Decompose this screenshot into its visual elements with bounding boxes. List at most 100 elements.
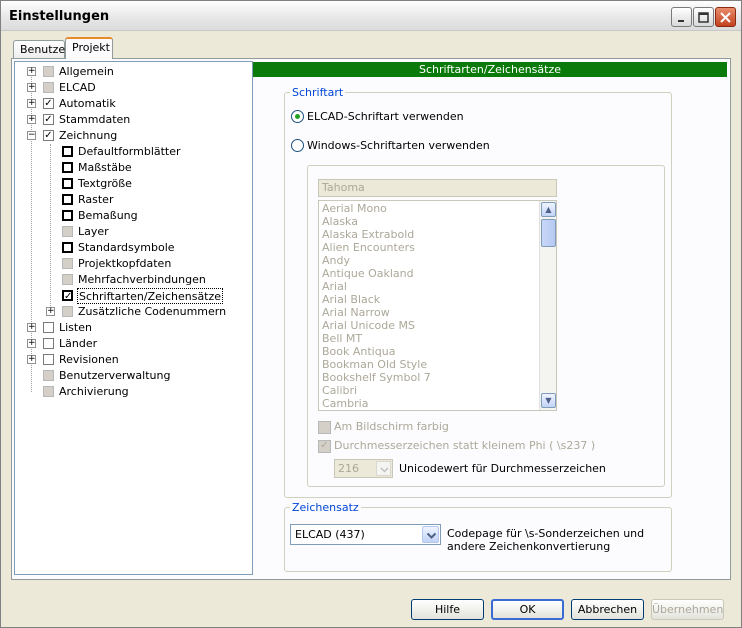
font-list-item[interactable]: Aerial Mono xyxy=(322,202,387,215)
expand-icon[interactable]: + xyxy=(27,115,36,124)
font-list-item[interactable]: Bell MT xyxy=(322,332,362,345)
minimize-button[interactable] xyxy=(671,7,692,27)
panel-header: Schriftarten/Zeichensätze xyxy=(253,62,727,77)
checkbox[interactable]: ✓ xyxy=(62,290,73,302)
radio-windows-fonts[interactable] xyxy=(291,139,304,152)
settings-tree[interactable]: + Allgemein + ELCAD + ✓ Automatik + ✓ St… xyxy=(14,61,253,575)
checkbox[interactable] xyxy=(62,226,73,237)
minimize-icon xyxy=(678,19,684,22)
checkbox[interactable] xyxy=(43,386,54,397)
expand-icon[interactable]: + xyxy=(27,67,36,76)
scroll-up-icon[interactable]: ▲ xyxy=(541,202,556,217)
durchmesser-label[interactable]: Durchmesserzeichen statt kleinem Phi ( \… xyxy=(334,439,595,452)
checkbox[interactable] xyxy=(62,178,73,189)
tree-item-label: Zusätzliche Codenummern xyxy=(78,305,227,318)
checkbox[interactable]: ✓ xyxy=(43,130,54,141)
font-list-item[interactable]: Alaska xyxy=(322,215,358,228)
tab-benutzer[interactable]: Benutzer xyxy=(13,40,70,59)
durchmesser-checkbox[interactable]: ✓ xyxy=(318,440,331,453)
checkbox[interactable] xyxy=(62,162,73,173)
expand-icon[interactable]: + xyxy=(27,355,36,364)
checkbox[interactable]: ✓ xyxy=(43,114,54,125)
font-list-item[interactable]: Arial Unicode MS xyxy=(322,319,415,332)
font-list-item[interactable]: Arial Black xyxy=(322,293,380,306)
checkbox[interactable] xyxy=(62,306,73,317)
unicode-select[interactable]: 216 xyxy=(334,459,393,478)
font-list-item[interactable]: Arial Narrow xyxy=(322,306,390,319)
checkbox[interactable] xyxy=(62,242,73,253)
title-bar[interactable]: Einstellungen xyxy=(1,1,741,31)
tree-item-label: Automatik xyxy=(59,97,116,110)
tree-item-label: Stammdaten xyxy=(59,113,131,126)
tree-item-label: Bemaßung xyxy=(78,209,138,222)
tree-item-label: Allgemein xyxy=(59,65,114,78)
font-list-item[interactable]: Arial xyxy=(322,280,347,293)
checkbox[interactable] xyxy=(62,194,73,205)
radio-elcad-label[interactable]: ELCAD-Schriftart verwenden xyxy=(307,110,464,123)
apply-button[interactable]: Übernehmen xyxy=(651,599,724,620)
zeichensatz-value: ELCAD (437) xyxy=(295,528,365,541)
font-list-item[interactable]: Alaska Extrabold xyxy=(322,228,414,241)
tree-item-label: Mehrfachverbindungen xyxy=(78,273,206,286)
expand-icon[interactable]: + xyxy=(27,83,36,92)
checkbox[interactable]: ✓ xyxy=(43,98,54,109)
window-title: Einstellungen xyxy=(9,9,110,24)
checkbox[interactable] xyxy=(62,274,73,285)
checkbox[interactable] xyxy=(62,146,73,157)
radio-elcad-font[interactable] xyxy=(291,110,304,123)
close-button[interactable] xyxy=(715,7,736,27)
font-list[interactable]: Aerial Mono Alaska Alaska Extrabold Alie… xyxy=(318,200,557,411)
tree-item-label: Länder xyxy=(59,337,98,350)
scroll-down-icon[interactable]: ▼ xyxy=(541,393,556,408)
radio-selected-dot xyxy=(295,114,300,119)
bildschirm-farbig-checkbox[interactable] xyxy=(318,421,331,434)
radio-windows-label[interactable]: Windows-Schriftarten verwenden xyxy=(307,139,490,152)
maximize-button[interactable] xyxy=(693,7,714,27)
scroll-thumb[interactable] xyxy=(541,219,556,247)
checkbox[interactable] xyxy=(62,258,73,269)
checkbox[interactable] xyxy=(43,66,54,77)
chevron-down-icon-svg xyxy=(426,532,437,539)
font-list-item[interactable]: Andy xyxy=(322,254,350,267)
expand-icon[interactable]: + xyxy=(27,323,36,332)
checkbox[interactable] xyxy=(43,322,54,333)
tree-item-label: Zeichnung xyxy=(59,129,118,142)
font-list-item[interactable]: Bookshelf Symbol 7 xyxy=(322,371,431,384)
checkbox[interactable] xyxy=(62,210,73,221)
checkbox[interactable] xyxy=(43,354,54,365)
ok-button[interactable]: OK xyxy=(491,599,564,620)
help-button[interactable]: Hilfe xyxy=(411,599,484,620)
schriftart-legend: Schriftart xyxy=(290,86,346,99)
zeichensatz-legend: Zeichensatz xyxy=(290,501,361,514)
font-list-item[interactable]: Calibri xyxy=(322,384,357,397)
checkbox[interactable] xyxy=(43,82,54,93)
chevron-down-icon[interactable] xyxy=(422,526,439,543)
tree-line xyxy=(50,144,51,312)
bildschirm-farbig-label[interactable]: Am Bildschirm farbig xyxy=(334,420,449,433)
chevron-down-icon-svg xyxy=(380,467,389,473)
collapse-icon[interactable]: − xyxy=(27,131,36,140)
unicode-label: Unicodewert für Durchmesserzeichen xyxy=(399,462,606,475)
expand-icon[interactable]: + xyxy=(46,307,55,316)
zeichensatz-select[interactable]: ELCAD (437) xyxy=(290,524,441,545)
maximize-icon xyxy=(698,11,709,23)
checkbox[interactable] xyxy=(43,338,54,349)
chevron-down-icon[interactable] xyxy=(376,461,391,476)
font-list-item[interactable]: Bookman Old Style xyxy=(322,358,427,371)
expand-icon[interactable]: + xyxy=(27,339,36,348)
cancel-button[interactable]: Abbrechen xyxy=(571,599,644,620)
tree-item-label: Projektkopfdaten xyxy=(78,257,172,270)
font-list-item[interactable]: Antique Oakland xyxy=(322,267,414,280)
font-list-item[interactable]: Book Antiqua xyxy=(322,345,395,358)
font-list-item[interactable]: Alien Encounters xyxy=(322,241,415,254)
tree-item-label: Revisionen xyxy=(59,353,119,366)
zeichensatz-description: Codepage für \s-Sonderzeichen und andere… xyxy=(447,527,645,553)
tree-item-label: Listen xyxy=(59,321,92,334)
font-list-scrollbar[interactable]: ▲ ▼ xyxy=(539,201,556,410)
expand-icon[interactable]: + xyxy=(27,99,36,108)
tab-projekt[interactable]: Projekt xyxy=(65,37,113,59)
font-list-item[interactable]: Cambria xyxy=(322,397,368,410)
checkbox[interactable] xyxy=(43,370,54,381)
close-icon xyxy=(720,11,731,23)
font-name-input[interactable]: Tahoma xyxy=(318,179,557,197)
